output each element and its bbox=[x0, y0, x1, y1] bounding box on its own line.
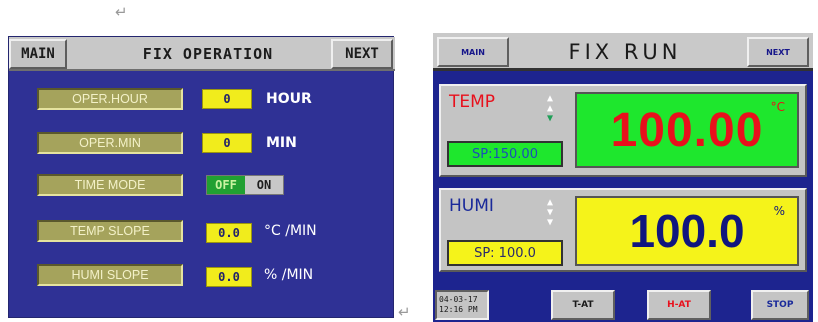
humi-setpoint[interactable]: SP: 100.0 bbox=[447, 240, 563, 266]
humi-label: HUMI bbox=[449, 196, 494, 216]
humi-value: 100.0 bbox=[629, 205, 745, 257]
temp-unit: °C bbox=[770, 100, 785, 114]
stop-button[interactable]: STOP bbox=[751, 290, 809, 320]
oper-min-value[interactable]: 0 bbox=[202, 133, 252, 153]
main-button[interactable]: MAIN bbox=[437, 37, 509, 67]
time-text: 12:16 PM bbox=[439, 305, 478, 314]
oper-hour-label: OPER.HOUR bbox=[37, 88, 183, 110]
time-mode-toggle[interactable]: OFF ON bbox=[206, 175, 284, 195]
paragraph-mark-icon: ↵ bbox=[398, 303, 411, 321]
humi-slope-unit: % /MIN bbox=[264, 267, 314, 283]
up-down-arrow-icon[interactable]: ▲ ▼ ▼ bbox=[545, 198, 555, 228]
humi-section: HUMI ▲ ▼ ▼ SP: 100.0 100.0 % bbox=[439, 188, 807, 272]
fix-operation-screen: MAIN FIX OPERATION NEXT OPER.HOUR 0 HOUR… bbox=[8, 36, 395, 318]
temp-value: 100.00 bbox=[610, 103, 764, 157]
temp-display: 100.00 °C bbox=[575, 92, 799, 168]
toggle-off[interactable]: OFF bbox=[207, 176, 245, 194]
humi-slope-label: HUMI SLOPE bbox=[37, 264, 183, 286]
temp-slope-unit: °C /MIN bbox=[264, 223, 317, 239]
temp-section: TEMP ▲ ▲ ▼ SP:150.00 100.00 °C bbox=[439, 84, 807, 177]
footer-bar: 04-03-17 12:16 PM T-AT H-AT STOP bbox=[433, 286, 813, 322]
humi-slope-value[interactable]: 0.0 bbox=[206, 267, 252, 287]
screen-title: FIX OPERATION bbox=[142, 45, 274, 63]
return-arrow-icon: ↵ bbox=[115, 3, 128, 21]
oper-hour-unit: HOUR bbox=[266, 91, 312, 107]
main-button[interactable]: MAIN bbox=[9, 39, 67, 69]
toggle-on[interactable]: ON bbox=[245, 176, 283, 194]
temp-setpoint[interactable]: SP:150.00 bbox=[447, 141, 563, 167]
h-at-button[interactable]: H-AT bbox=[647, 290, 711, 320]
screen-title: FIX RUN bbox=[568, 40, 682, 64]
humi-unit: % bbox=[773, 204, 785, 218]
fix-run-screen: MAIN FIX RUN NEXT TEMP ▲ ▲ ▼ SP:150.00 1… bbox=[433, 33, 813, 322]
header-bar: MAIN FIX RUN NEXT bbox=[433, 33, 813, 71]
oper-hour-value[interactable]: 0 bbox=[202, 89, 252, 109]
up-down-arrow-icon[interactable]: ▲ ▲ ▼ bbox=[545, 94, 555, 124]
header-bar: MAIN FIX OPERATION NEXT bbox=[9, 37, 395, 71]
temp-slope-label: TEMP SLOPE bbox=[37, 220, 183, 242]
oper-min-label: OPER.MIN bbox=[37, 132, 183, 154]
t-at-button[interactable]: T-AT bbox=[551, 290, 615, 320]
humi-display: 100.0 % bbox=[575, 196, 799, 266]
temp-slope-value[interactable]: 0.0 bbox=[206, 223, 252, 243]
temp-label: TEMP bbox=[449, 92, 496, 112]
time-mode-label: TIME MODE bbox=[37, 174, 183, 196]
next-button[interactable]: NEXT bbox=[331, 39, 393, 69]
datetime-display: 04-03-17 12:16 PM bbox=[435, 290, 489, 320]
date-text: 04-03-17 bbox=[439, 295, 478, 304]
oper-min-unit: MIN bbox=[266, 135, 297, 151]
next-button[interactable]: NEXT bbox=[747, 37, 809, 67]
